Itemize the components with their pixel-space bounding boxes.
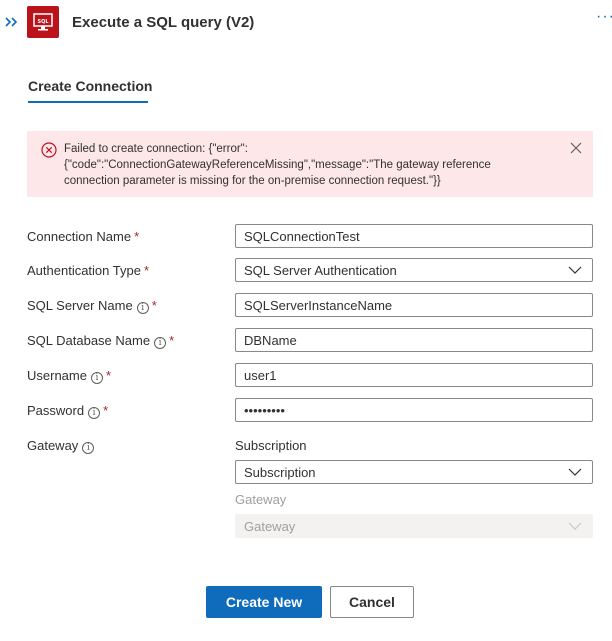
input-value: user1 (244, 368, 277, 383)
page-title: Execute a SQL query (V2) (72, 14, 255, 31)
info-icon[interactable]: i (88, 407, 101, 419)
required-marker: * (103, 403, 109, 418)
sql-server-name-input[interactable]: SQLServerInstanceName (235, 293, 593, 317)
sql-database-name-input[interactable]: DBName (235, 328, 593, 352)
sql-server-name-label: SQL Server Name i * (27, 298, 157, 314)
input-value: SQLServerInstanceName (244, 298, 393, 313)
error-line: connection parameter is missing for the … (64, 175, 441, 187)
username-label: Username i * (27, 368, 111, 384)
connection-name-input[interactable]: SQLConnectionTest (235, 224, 593, 248)
sql-server-icon: SQL (27, 6, 59, 38)
label-text: SQL Database Name (27, 333, 151, 348)
chevron-down-icon (568, 468, 582, 476)
connection-name-label: Connection Name * (27, 229, 139, 244)
required-marker: * (134, 229, 140, 244)
authentication-type-select[interactable]: SQL Server Authentication (235, 258, 593, 282)
error-banner: Failed to create connection: {"error": {… (27, 131, 593, 197)
input-value: ••••••••• (244, 403, 285, 418)
chevron-down-icon (568, 266, 582, 274)
subscription-label: Subscription (235, 438, 307, 453)
subscription-select[interactable]: Subscription (235, 460, 593, 484)
select-value: Subscription (244, 465, 316, 480)
tab-active-indicator (28, 101, 148, 103)
close-icon[interactable] (570, 142, 582, 154)
select-value: SQL Server Authentication (244, 263, 397, 278)
label-text: SQL Server Name (27, 298, 133, 313)
input-value: SQLConnectionTest (244, 229, 360, 244)
gateway-sub-label: Gateway (235, 492, 287, 507)
required-marker: * (151, 298, 157, 313)
required-marker: * (169, 333, 175, 348)
info-icon[interactable]: i (136, 302, 149, 314)
label-text: Authentication Type (27, 263, 141, 278)
select-value: Gateway (244, 519, 296, 534)
gateway-label: Gateway i (27, 438, 95, 454)
sql-database-name-label: SQL Database Name i * (27, 333, 174, 349)
tab-create-connection[interactable]: Create Connection (28, 78, 152, 94)
label-text: Connection Name (27, 229, 132, 244)
create-new-button[interactable]: Create New (206, 586, 322, 618)
input-value: DBName (244, 333, 297, 348)
label-text: Gateway (27, 438, 79, 453)
chevron-down-icon (568, 522, 582, 530)
label-text: Password (27, 403, 85, 418)
gateway-select: Gateway (235, 514, 593, 538)
info-icon[interactable]: i (90, 372, 103, 384)
error-circle-icon (41, 142, 57, 158)
info-icon[interactable]: i (82, 442, 95, 454)
required-marker: * (143, 263, 150, 278)
label-text: Username (27, 368, 87, 383)
info-icon[interactable]: i (154, 337, 167, 349)
more-options-icon[interactable]: ··· (596, 8, 612, 26)
error-line: Failed to create connection: {"error": (64, 143, 248, 155)
cancel-button[interactable]: Cancel (330, 586, 414, 618)
password-input[interactable]: ••••••••• (235, 398, 593, 422)
error-line: {"code":"ConnectionGatewayReferenceMissi… (64, 159, 491, 171)
svg-text:SQL: SQL (37, 19, 49, 25)
username-input[interactable]: user1 (235, 363, 593, 387)
password-label: Password i * (27, 403, 108, 419)
error-message: Failed to create connection: {"error": {… (64, 141, 534, 189)
expand-icon[interactable] (4, 12, 22, 32)
authentication-type-label: Authentication Type * (27, 263, 149, 278)
required-marker: * (105, 368, 112, 383)
